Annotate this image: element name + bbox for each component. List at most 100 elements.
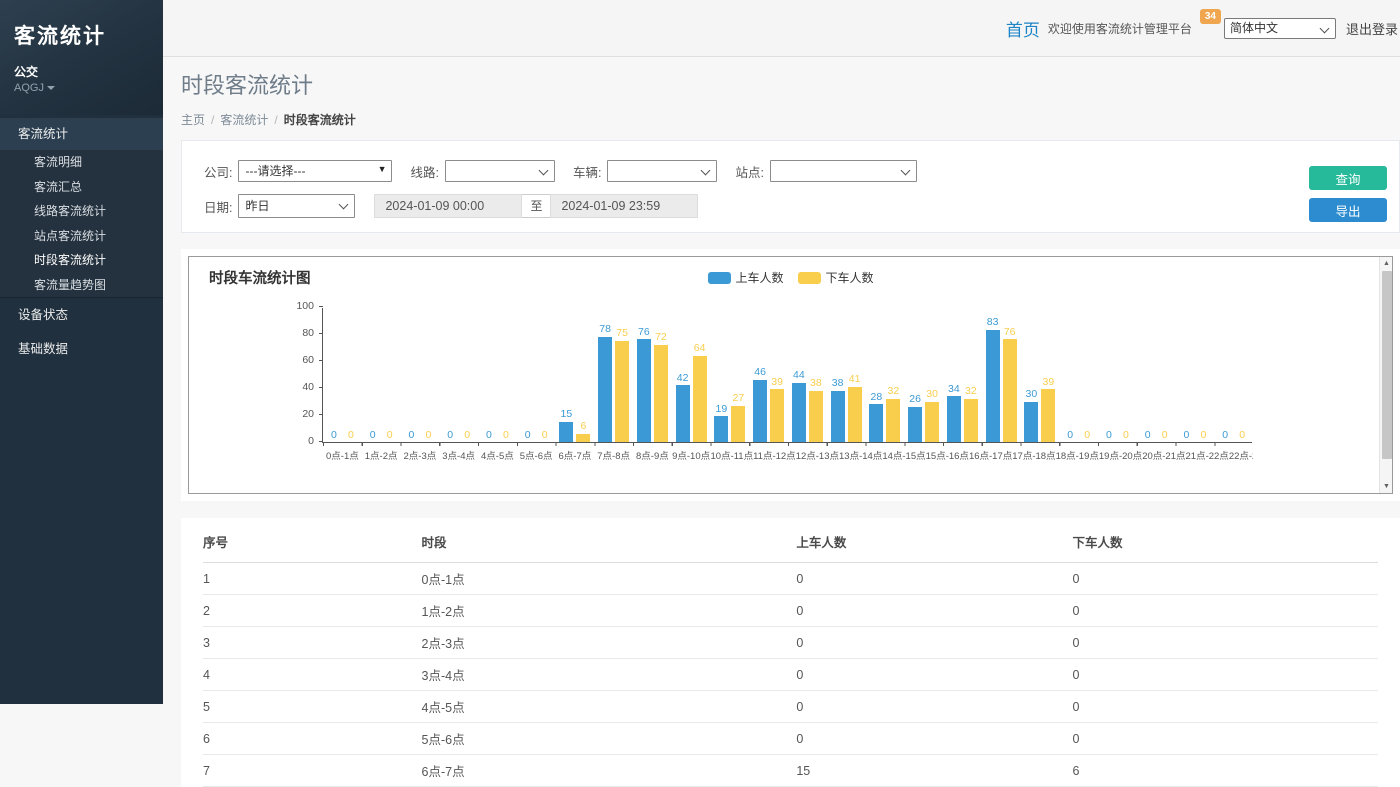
bar-value-label: 0 xyxy=(1084,430,1090,441)
company-label: 公司: xyxy=(204,162,232,181)
bar-group-22点-23点: 00 xyxy=(1176,308,1215,442)
sidebar: 客流统计 公交 AQGJ 客流统计客流明细客流汇总线路客流统计站点客流统计时段客… xyxy=(0,0,163,704)
chart-box: 时段车流统计图 上车人数下车人数 00000000000015678757672… xyxy=(188,256,1393,494)
date-preset-select[interactable]: 昨日 xyxy=(238,194,355,218)
bar-下车人数 xyxy=(964,399,978,442)
scroll-down-icon[interactable]: ▼ xyxy=(1380,480,1393,493)
bar-value-label: 0 xyxy=(525,430,531,441)
bar-value-label: 0 xyxy=(1200,430,1206,441)
org-code-dropdown[interactable]: AQGJ xyxy=(14,82,149,94)
welcome-text: 欢迎使用客流统计管理平台 xyxy=(1048,20,1192,37)
bar-value-label: 83 xyxy=(987,317,999,328)
scrollbar-thumb[interactable] xyxy=(1382,271,1392,459)
table-row: 43点-4点00 xyxy=(203,659,1378,691)
breadcrumb-item[interactable]: 主页 xyxy=(181,113,205,127)
table-header-下车人数: 下车人数 xyxy=(1072,522,1378,563)
sidebar-section-基础数据[interactable]: 基础数据 xyxy=(0,332,163,366)
vehicle-select-wrap xyxy=(607,160,717,182)
breadcrumb-item[interactable]: 客流统计 xyxy=(220,113,268,127)
date-start-input[interactable] xyxy=(374,194,522,218)
chart-legend: 上车人数下车人数 xyxy=(707,269,873,286)
bar-value-label: 42 xyxy=(677,373,689,384)
bar-value-label: 0 xyxy=(1145,430,1151,441)
company-select[interactable]: ---请选择--- xyxy=(238,160,392,182)
bar-group-3点-4点: 00 xyxy=(439,308,478,442)
sidebar-item-线路客流统计[interactable]: 线路客流统计 xyxy=(0,199,163,224)
breadcrumb-separator: / xyxy=(211,113,214,127)
bar-group-5点-6点: 00 xyxy=(517,308,556,442)
bar-value-label: 0 xyxy=(1123,430,1129,441)
bar-group-11点-12点: 4639 xyxy=(749,308,788,442)
bar-上车人数 xyxy=(637,339,651,442)
sidebar-item-客流汇总[interactable]: 客流汇总 xyxy=(0,175,163,200)
chart-panel: 时段车流统计图 上车人数下车人数 00000000000015678757672… xyxy=(181,249,1400,501)
y-axis-tick xyxy=(319,414,323,415)
chart-scrollbar[interactable]: ▲ ▼ xyxy=(1379,257,1392,493)
x-axis-label: 4点-5点 xyxy=(481,448,514,462)
y-axis-label: 80 xyxy=(284,327,314,339)
bar-value-label: 30 xyxy=(926,389,938,400)
bar-value-label: 38 xyxy=(832,378,844,389)
sidebar-section-设备状态[interactable]: 设备状态 xyxy=(0,298,163,332)
y-axis-tick xyxy=(319,441,323,442)
main-area: 首页 欢迎使用客流统计管理平台 34 简体中文 退出登录 时段客流统计 主页/客… xyxy=(163,0,1400,704)
export-button[interactable]: 导出 xyxy=(1309,198,1387,222)
table-cell: 3点-4点 xyxy=(422,659,797,691)
bar-value-label: 6 xyxy=(580,421,586,432)
x-axis-label: 2点-3点 xyxy=(404,448,437,462)
language-select[interactable]: 简体中文 xyxy=(1224,18,1336,39)
table-row: 65点-6点00 xyxy=(203,723,1378,755)
bar-value-label: 78 xyxy=(599,324,611,335)
bar-下车人数 xyxy=(693,356,707,442)
bar-value-label: 0 xyxy=(408,430,414,441)
bar-group-13点-14点: 3841 xyxy=(827,308,866,442)
x-axis-label: 10点-11点 xyxy=(711,448,754,462)
bar-上车人数 xyxy=(753,380,767,442)
table-cell: 0 xyxy=(796,627,1072,659)
bar-group-7点-8点: 7875 xyxy=(594,308,633,442)
logout-link[interactable]: 退出登录 xyxy=(1346,19,1398,38)
sidebar-item-站点客流统计[interactable]: 站点客流统计 xyxy=(0,224,163,249)
y-axis-tick xyxy=(319,360,323,361)
station-select[interactable] xyxy=(770,160,917,182)
table-cell: 6 xyxy=(1072,755,1378,787)
sidebar-section-客流统计[interactable]: 客流统计 xyxy=(0,119,163,150)
bar-value-label: 0 xyxy=(348,430,354,441)
notification-badge[interactable]: 34 xyxy=(1200,9,1221,24)
table-cell: 0 xyxy=(796,723,1072,755)
query-button[interactable]: 查询 xyxy=(1309,166,1387,190)
hourly-stats-table: 序号时段上车人数下车人数 10点-1点0021点-2点0032点-3点0043点… xyxy=(203,522,1378,787)
bar-group-14点-15点: 2832 xyxy=(866,308,905,442)
bar-下车人数 xyxy=(925,402,939,443)
x-axis-label: 1点-2点 xyxy=(365,448,398,462)
app-title: 客流统计 xyxy=(14,20,149,50)
y-axis-label: 100 xyxy=(284,300,314,312)
date-end-input[interactable] xyxy=(550,194,698,218)
date-label: 日期: xyxy=(204,197,232,216)
x-axis-label: 20点-21点 xyxy=(1142,448,1185,462)
date-preset-wrap: 昨日 xyxy=(238,194,355,218)
bar-group-21点-22点: 00 xyxy=(1137,308,1176,442)
table-cell: 0 xyxy=(1072,659,1378,691)
scroll-up-icon[interactable]: ▲ xyxy=(1380,257,1393,270)
line-select[interactable] xyxy=(445,160,555,182)
sidebar-item-时段客流统计[interactable]: 时段客流统计 xyxy=(0,248,163,273)
vehicle-select[interactable] xyxy=(607,160,717,182)
legend-swatch xyxy=(798,272,821,284)
x-axis-label: 7点-8点 xyxy=(597,448,630,462)
legend-item-下车人数[interactable]: 下车人数 xyxy=(798,269,874,286)
table-cell: 2点-3点 xyxy=(422,627,797,659)
table-cell: 0 xyxy=(1072,563,1378,595)
x-axis-label: 19点-20点 xyxy=(1099,448,1142,462)
sidebar-menu: 客流统计客流明细客流汇总线路客流统计站点客流统计时段客流统计客流量趋势图设备状态… xyxy=(0,118,163,366)
bar-value-label: 27 xyxy=(733,393,745,404)
y-axis-tick xyxy=(319,306,323,307)
y-axis-label: 40 xyxy=(284,381,314,393)
home-link[interactable]: 首页 xyxy=(1006,16,1040,41)
station-select-wrap xyxy=(770,160,917,182)
x-axis-ticks xyxy=(323,442,1252,446)
sidebar-item-客流量趋势图[interactable]: 客流量趋势图 xyxy=(0,273,163,298)
sidebar-item-客流明细[interactable]: 客流明细 xyxy=(0,150,163,175)
legend-item-上车人数[interactable]: 上车人数 xyxy=(707,269,783,286)
bar-group-19点-20点: 00 xyxy=(1059,308,1098,442)
